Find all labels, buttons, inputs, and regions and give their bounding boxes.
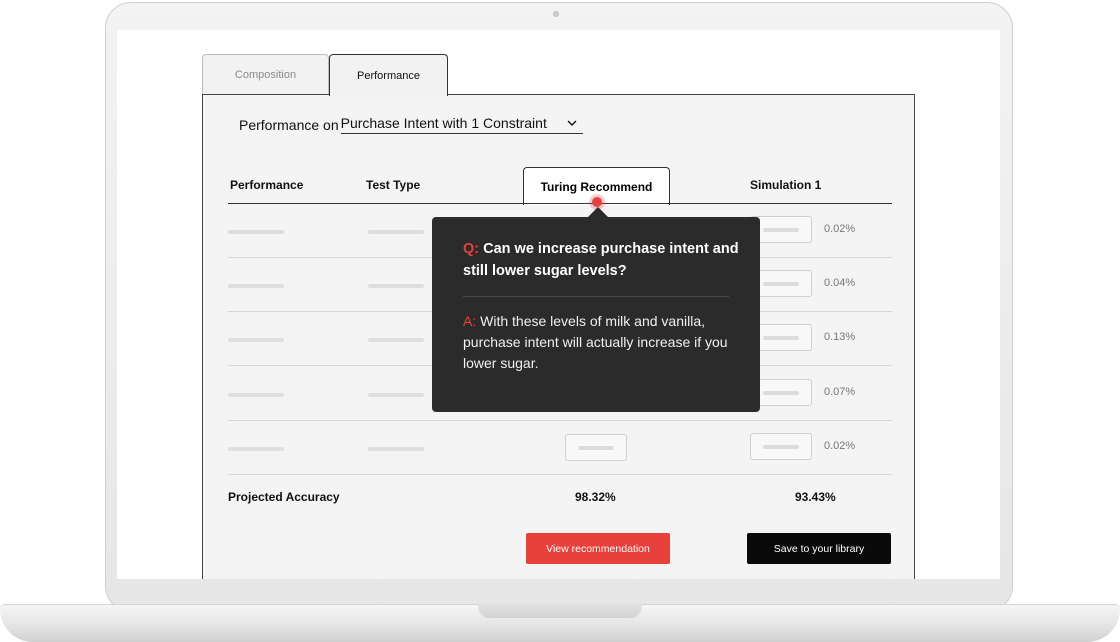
simulation-value: 0.13% [824,331,856,343]
simulation-value: 0.02% [824,440,856,452]
placeholder-bar [228,284,284,288]
purchase-intent-dropdown[interactable]: Purchase Intent with 1 Constraint [340,115,583,134]
answer-tag: A: [463,313,477,329]
placeholder-bar [368,230,424,234]
answer-text: With these levels of milk and vanilla, p… [463,313,728,371]
simulation-accuracy: 93.43% [795,490,836,504]
placeholder-bar [228,447,284,451]
hotspot-dot[interactable] [592,197,602,207]
placeholder-bar [228,393,284,397]
save-to-library-button[interactable]: Save to your library [747,533,891,564]
tooltip-arrow [588,207,608,217]
question-text: Can we increase purchase intent and stil… [463,241,739,279]
value-box[interactable] [750,433,812,460]
performance-selector: Performance on Purchase Intent with 1 Co… [239,115,583,134]
camera-icon [553,11,559,17]
question-tag: Q: [463,241,480,257]
row-divider [228,420,892,421]
turing-accuracy: 98.32% [575,490,616,504]
dropdown-value: Purchase Intent with 1 Constraint [340,115,547,131]
header-performance: Performance [230,178,304,192]
tooltip-question: Q: Can we increase purchase intent and s… [463,238,743,282]
value-box[interactable] [565,434,627,461]
screen: Composition Performance Performance on P… [117,30,1000,579]
selector-prefix: Performance on [239,116,339,133]
projected-accuracy-label: Projected Accuracy [228,490,340,504]
view-recommendation-button[interactable]: View recommendation [526,533,670,564]
chevron-down-icon [567,120,577,126]
placeholder-bar [228,230,284,234]
tab-composition[interactable]: Composition [202,54,329,95]
simulation-value: 0.07% [824,386,856,398]
header-test-type: Test Type [366,178,421,192]
qa-tooltip: Q: Can we increase purchase intent and s… [432,217,760,412]
row-divider [228,474,892,475]
placeholder-bar [368,447,424,451]
placeholder-bar [368,393,424,397]
tooltip-answer: A: With these levels of milk and vanilla… [463,311,753,374]
simulation-value: 0.04% [824,277,856,289]
simulation-value: 0.02% [824,223,856,235]
placeholder-bar [368,284,424,288]
performance-panel: Performance on Purchase Intent with 1 Co… [202,94,915,579]
placeholder-bar [368,338,424,342]
placeholder-bar [228,338,284,342]
tab-performance[interactable]: Performance [329,54,448,96]
header-simulation-1: Simulation 1 [750,178,822,192]
laptop-notch [478,604,642,618]
tooltip-divider [463,296,729,297]
header-divider [228,203,892,204]
